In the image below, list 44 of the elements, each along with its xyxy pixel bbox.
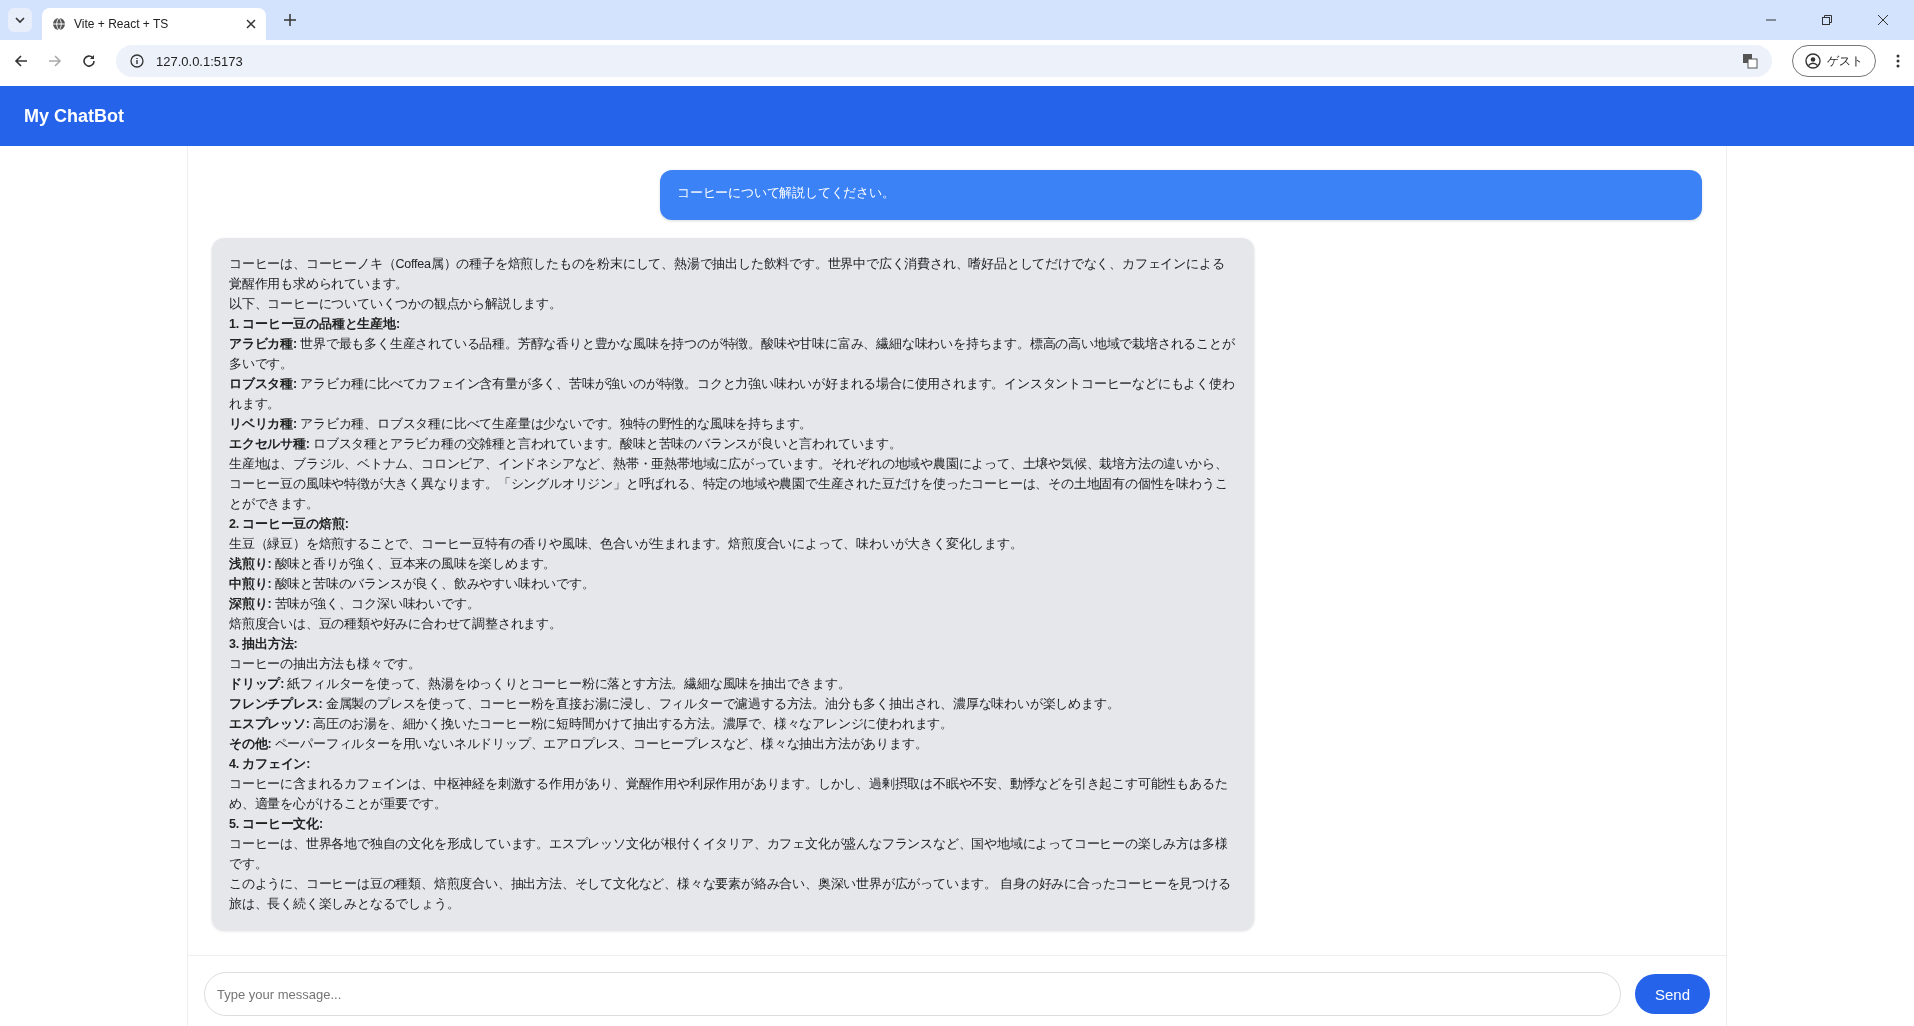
message-text: このように、コーヒーは豆の種類、焙煎度合い、抽出方法、そして文化など、様々な要素が絡み合い、奥深い世界が広がっています。 自身の好みに合ったコーヒーを見つける旅は、長く続く楽しみとなるでしょう。 — [229, 876, 1232, 913]
message-text: 5. コーヒー文化: — [229, 816, 325, 833]
message-text: 1. コーヒー豆の品種と生産地: — [229, 316, 401, 333]
message-text: 以下、コーヒーについていくつかの観点から解説します。 — [229, 296, 563, 313]
back-arrow-icon[interactable] — [14, 54, 28, 68]
message-text: 4. カフェイン: — [229, 756, 312, 773]
plus-icon[interactable] — [284, 14, 296, 26]
globe-icon — [52, 17, 66, 31]
message-text: 2. コーヒー豆の焙煎: — [229, 516, 350, 533]
message-text: その他: ペーパーフィルターを用いないネルドリップ、エアロプレス、コーヒープレスなど、様々な抽出方法があります。 — [229, 736, 929, 753]
translate-icon[interactable] — [1742, 53, 1758, 69]
message-text: 深煎り: 苦味が強く、コク深い味わいです。 — [229, 596, 481, 613]
more-icon[interactable] — [1896, 54, 1900, 68]
app-title: My ChatBot — [24, 105, 124, 127]
message-text: コーヒーについて解説してください。 — [677, 185, 896, 202]
tab-title: Vite + React + TS — [74, 17, 170, 31]
message-text: 3. 抽出方法: — [229, 635, 299, 653]
message-text: エクセルサ種: ロブスタ種とアラビカ種の交雑種と言われています。酸味と苦味のバランスが良いと言われています。 — [229, 436, 903, 453]
message-text: ドリップ: 紙フィルターを使って、熱湯をゆっくりとコーヒー粉に落とす方法。繊細な風味を抽出できます。 — [229, 676, 852, 693]
reload-icon[interactable] — [82, 54, 96, 68]
person-icon — [1805, 53, 1821, 69]
message-text: アラビカ種: 世界で最も多く生産されている品種。芳醇な香りと豊かな風味を持つのが特徴。酸味や甘味に富み、繊細な味わいを持ちます。標高の高い地域で栽培されることが多いです。 — [229, 336, 1236, 373]
message-text: 生産地は、ブラジル、ベトナム、コロンビア、インドネシアなど、熱帯・亜熱帯地域に広がっています。それぞれの地域や農園によって、土壌や気候、栽培方法の違いから、コーヒー豆の風味や特徴が大きく異なります。「シングルオリジン」と呼ばれる、特定の地域や農園で生産された豆だけを使ったコーヒーは、その土地固有の個性を味わうことができます。 — [229, 456, 1229, 513]
message-text: エスプレッソ: 高圧のお湯を、細かく挽いたコーヒー粉に短時間かけて抽出する方法。濃厚で、様々なアレンジに使われます。 — [229, 716, 955, 733]
send-button[interactable]: Send — [1635, 974, 1710, 1014]
tab-list-icon[interactable] — [8, 8, 32, 32]
message-text: ロブスタ種: アラビカ種に比べてカフェイン含有量が多く、苦味が強いのが特徴。コクと力強い味わいが好まれる場合に使用されます。インスタントコーヒーなどにもよく使われます。 — [229, 376, 1236, 413]
message-text: コーヒーの抽出方法も様々です。 — [229, 656, 422, 673]
message-input[interactable]: Type your message... — [204, 972, 1621, 1016]
message-text: フレンチプレス: 金属製のプレスを使って、コーヒー粉を直接お湯に浸し、フィルターで濾過する方法。油分も多く抽出され、濃厚な味わいが楽しめます。 — [229, 696, 1121, 713]
message-text: コーヒーに含まれるカフェインは、中枢神経を刺激する作用があり、覚醒作用や利尿作用があります。しかし、過剰摂取は不眠や不安、動悸などを引き起こす可能性もあるため、適量を心がけることが重要です。 — [229, 776, 1229, 813]
message-text: コーヒーは、世界各地で独自の文化を形成しています。エスプレッソ文化が根付くイタリア、カフェ文化が盛んなフランスなど、国や地域によってコーヒーの楽しみ方は多様です。 — [229, 836, 1229, 873]
message-text: 中煎り: 酸味と苦味のバランスが良く、飲みやすい味わいです。 — [229, 576, 596, 593]
address-bar[interactable]: 127.0.0.1:5173 — [116, 45, 1772, 77]
browser-tab[interactable]: Vite + React + TS — [42, 8, 266, 40]
info-icon[interactable] — [130, 54, 144, 68]
restore-icon[interactable] — [1822, 15, 1832, 25]
message-text: リベリカ種: アラビカ種、ロブスタ種に比べて生産量は少ないです。独特の野性的な風味を持ちます。 — [229, 416, 814, 433]
message-text: 浅煎り: 酸味と香りが強く、豆本来の風味を楽しめます。 — [229, 556, 558, 573]
message-text: 焙煎度合いは、豆の種類や好みに合わせて調整されます。 — [229, 616, 563, 633]
close-icon[interactable] — [1878, 15, 1888, 25]
message-text: コーヒーは、コーヒーノキ（Coffea属）の種子を焙煎したものを粉末にして、熱湯で抽出した飲料です。世界中で広く消費され、嗜好品としてだけでなく、カフェインによる覚醒作用も求められています。 — [229, 256, 1226, 293]
message-text: 生豆（緑豆）を焙煎することで、コーヒー豆特有の香りや風味、色合いが生まれます。焙煎度合いによって、味わいが大きく変化します。 — [229, 536, 1024, 553]
close-icon[interactable] — [246, 19, 256, 29]
